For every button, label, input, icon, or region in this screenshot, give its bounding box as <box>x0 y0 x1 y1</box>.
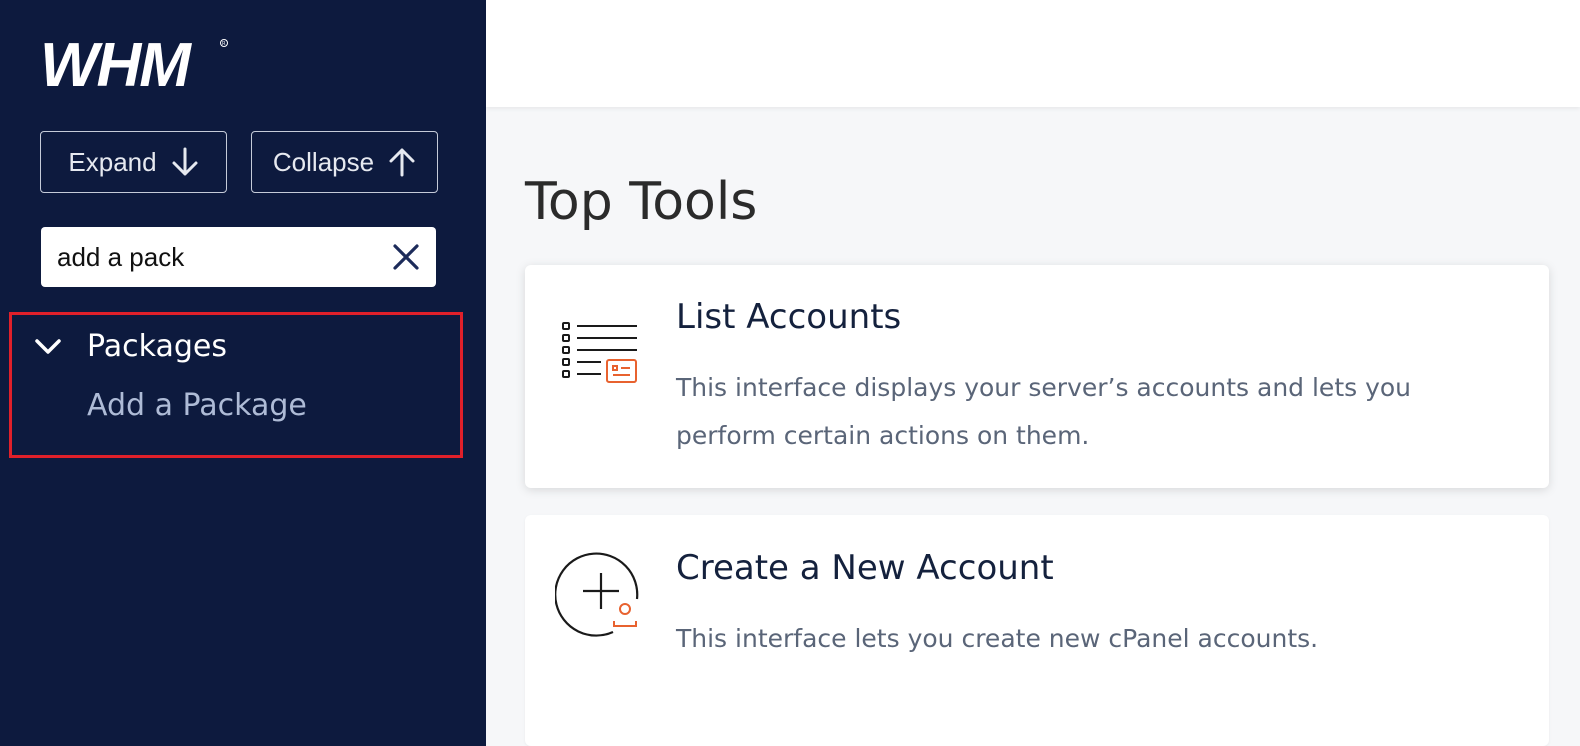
tool-card-create-account[interactable]: Create a New Account This interface lets… <box>525 515 1549 746</box>
collapse-button-label: Collapse <box>272 146 375 177</box>
arrow-up-icon <box>388 147 416 177</box>
create-account-icon <box>554 545 651 641</box>
close-icon[interactable] <box>390 241 422 273</box>
svg-text:R: R <box>222 41 226 47</box>
arrow-down-icon <box>171 147 199 177</box>
section-title: Top Tools <box>525 172 758 232</box>
chevron-down-icon <box>33 337 63 357</box>
collapse-button[interactable]: Collapse <box>251 131 438 193</box>
nav-item-add-a-package[interactable]: Add a Package <box>87 388 307 423</box>
tool-card-list-accounts[interactable]: List Accounts This interface displays yo… <box>525 265 1549 488</box>
card-description: This interface displays your server’s ac… <box>676 373 1412 450</box>
sidebar: WHM R Expand Collapse add a pack Package… <box>0 0 486 746</box>
card-title: List Accounts <box>676 297 902 337</box>
top-bar <box>486 0 1580 107</box>
search-box <box>41 227 436 287</box>
logo-wordmark: WHM <box>40 36 192 92</box>
nav-group-packages[interactable]: Packages <box>33 329 227 364</box>
list-accounts-icon <box>555 305 651 401</box>
whm-logo[interactable]: WHM R <box>40 36 232 92</box>
nav-group-label: Packages <box>87 329 227 364</box>
card-title: Create a New Account <box>676 548 1054 588</box>
card-description: This interface lets you create new cPane… <box>676 624 1319 653</box>
expand-button-label: Expand <box>68 146 157 177</box>
whm-logo-mark: WHM R <box>40 36 228 92</box>
search-input[interactable] <box>57 227 377 287</box>
expand-button[interactable]: Expand <box>40 131 227 193</box>
